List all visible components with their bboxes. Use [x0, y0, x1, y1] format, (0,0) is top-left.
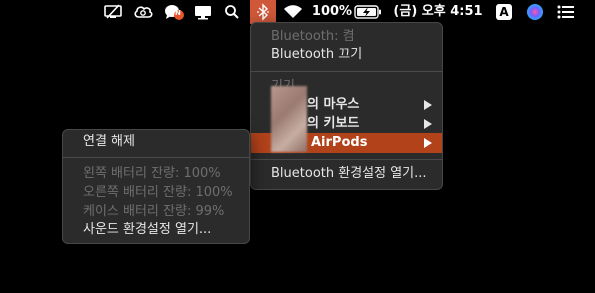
wifi-icon[interactable] [282, 0, 304, 24]
bluetooth-preferences-item[interactable]: Bluetooth 환경설정 열기... [251, 164, 442, 184]
bluetooth-icon[interactable] [250, 0, 276, 24]
device-label-airpods: AirPods [311, 135, 368, 150]
sound-preferences-item[interactable]: 사운드 환경설정 열기... [63, 220, 249, 240]
creative-cloud-icon[interactable] [132, 0, 154, 24]
airpods-submenu: 연결 해제 왼쪽 배터리 잔량: 100% 오른쪽 배터리 잔량: 100% 케… [62, 129, 250, 244]
device-owner-avatar [271, 86, 307, 152]
left-battery-level: 왼쪽 배터리 잔량: 100% [83, 166, 221, 181]
screen-mirroring-icon[interactable] [102, 0, 124, 24]
bluetooth-menu: Bluetooth: 켬 Bluetooth 끄기 기기 의 마우스 의 키보드… [250, 22, 443, 190]
right-battery-level: 오른쪽 배터리 잔량: 100% [83, 185, 233, 200]
chevron-right-icon [424, 138, 432, 148]
menu-separator [251, 71, 442, 72]
disconnect-item[interactable]: 연결 해제 [63, 132, 249, 152]
chevron-right-icon [424, 119, 432, 129]
bluetooth-toggle-item[interactable]: Bluetooth 끄기 [251, 45, 442, 65]
input-source-indicator[interactable]: A [494, 0, 514, 24]
menu-separator [63, 157, 249, 158]
battery-percent[interactable]: 100% [312, 0, 352, 24]
menu-bar: N 100% (금) 오후 4:51 A [0, 0, 595, 24]
notification-badge: N [175, 9, 181, 17]
bluetooth-status: Bluetooth: 켬 [271, 29, 355, 44]
notification-center-icon[interactable] [554, 0, 578, 24]
menubar-clock[interactable]: (금) 오후 4:51 [393, 0, 482, 24]
chat-app-icon[interactable]: N [162, 0, 186, 24]
device-label-keyboard: 의 키보드 [307, 116, 360, 131]
battery-charging-icon[interactable] [352, 0, 384, 24]
case-battery-level: 케이스 배터리 잔량: 99% [83, 204, 225, 219]
chevron-right-icon [424, 100, 432, 110]
device-label-mouse: 의 마우스 [307, 97, 360, 112]
search-icon[interactable] [222, 0, 242, 24]
monitor-icon[interactable] [192, 0, 214, 24]
menu-separator [251, 159, 442, 160]
siri-icon[interactable] [524, 0, 546, 24]
